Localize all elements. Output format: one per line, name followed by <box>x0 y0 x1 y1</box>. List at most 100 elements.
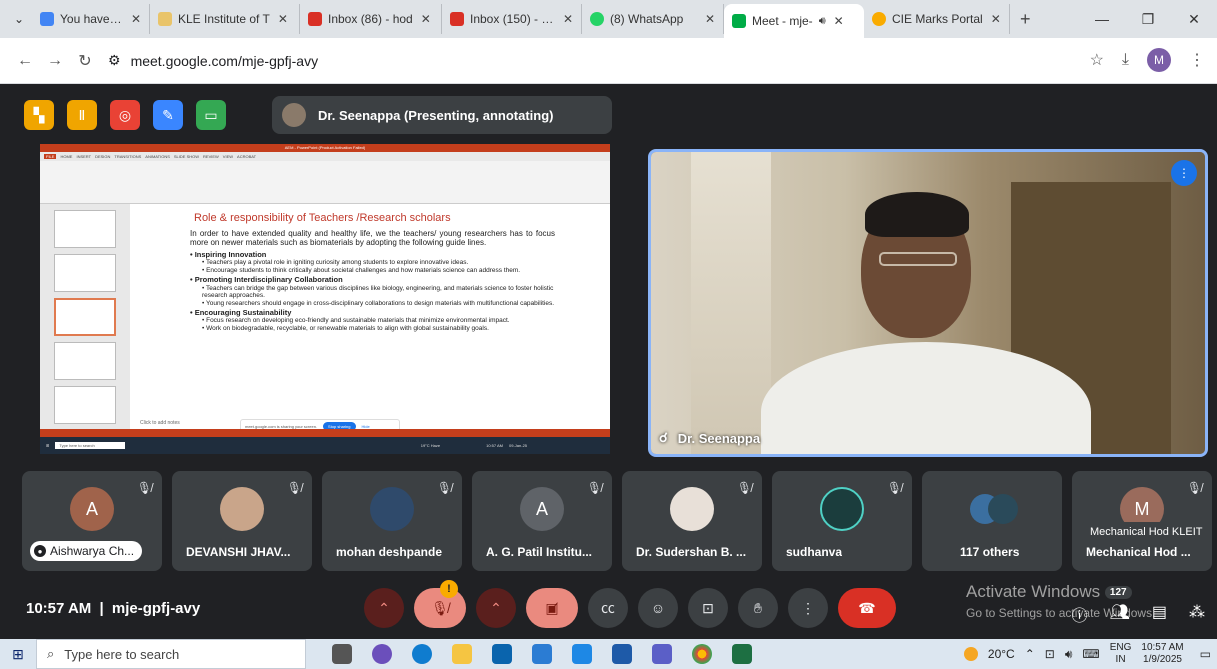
raise-hand-button[interactable]: ✋︎ <box>738 588 778 628</box>
task-view-icon[interactable] <box>332 644 352 664</box>
kebab-menu-icon[interactable]: ⋮ <box>1189 50 1205 70</box>
keyboard-icon[interactable]: ⌨ <box>1082 647 1099 661</box>
participant-tile[interactable]: 🎙︎̸ M Mechanical Hod ... <box>1072 471 1212 571</box>
teams-icon[interactable] <box>652 644 672 664</box>
participant-tile[interactable]: 🎙︎̸ sudhanva <box>772 471 912 571</box>
taskbar-search[interactable]: ⌕ Type here to search <box>36 639 306 669</box>
browser-tab[interactable]: CIE Marks Portal ✕ <box>864 4 1010 34</box>
reload-icon[interactable]: ↻ <box>70 51 100 71</box>
windows-start-icon[interactable]: ⊞ <box>0 646 36 663</box>
activities-icon[interactable]: ⁂ <box>1189 602 1205 626</box>
bookmark-star-icon[interactable]: ☆ <box>1090 50 1104 70</box>
volume-icon[interactable]: 🔊︎ <box>1065 647 1073 662</box>
participant-name: ● Aishwarya Ch... <box>30 541 143 561</box>
outlook-icon[interactable] <box>492 644 512 664</box>
participant-tile[interactable]: 🎙︎̸ mohan deshpande <box>322 471 462 571</box>
close-icon[interactable]: ✕ <box>705 12 715 26</box>
chrome-icon[interactable] <box>692 644 712 664</box>
others-tile[interactable]: 117 others <box>922 471 1062 571</box>
store-icon[interactable] <box>572 644 592 664</box>
browser-tab[interactable]: (8) WhatsApp ✕ <box>582 4 724 34</box>
weather-temp[interactable]: 20°C <box>988 647 1015 661</box>
tab-title: (8) WhatsApp <box>610 12 684 26</box>
mic-off-icon: 🎙︎̸ <box>431 599 449 616</box>
avatar: A <box>70 487 114 531</box>
browser-tab-active[interactable]: Meet - mje- 🔊︎ ✕ <box>724 4 864 38</box>
speaker-glasses <box>879 252 957 266</box>
speaker-video-tile[interactable]: ⋮ ☌ Dr. Seenappa <box>648 149 1208 457</box>
video-options-button[interactable]: ⌃ <box>476 588 516 628</box>
edge-icon[interactable] <box>412 644 432 664</box>
close-icon[interactable]: ✕ <box>834 14 844 28</box>
camera-toggle-button[interactable]: ▣̸ <box>526 588 578 628</box>
avatar <box>220 487 264 531</box>
file-explorer-icon[interactable] <box>452 644 472 664</box>
captions-button[interactable]: ㏄ <box>588 588 628 628</box>
whatsapp-icon <box>590 12 604 26</box>
slide-heading: • Promoting Interdisciplinary Collaborat… <box>190 275 343 285</box>
close-icon[interactable]: ✕ <box>421 12 431 26</box>
audio-options-button[interactable]: ⌃ <box>364 588 404 628</box>
browser-tab[interactable]: Inbox (86) - hod ✕ <box>300 4 442 34</box>
browser-tab-bar: ⌄ You have succes ✕ KLE Institute of T ✕… <box>0 0 1217 38</box>
minimize-icon[interactable]: — <box>1079 0 1125 38</box>
participant-tile[interactable]: 🎙︎̸ A ● Aishwarya Ch... <box>22 471 162 571</box>
slide-heading: • Inspiring Innovation <box>190 249 267 259</box>
warning-badge: ! <box>440 580 458 598</box>
close-icon[interactable]: ✕ <box>563 12 573 26</box>
record-icon[interactable]: ◎ <box>110 100 140 130</box>
ppt-ribbon: AEM - PowerPoint (Product Activation Fai… <box>40 144 610 204</box>
slide-bullet: • Teachers play a pivotal role in igniti… <box>202 259 469 267</box>
slide-intro: In order to have extended quality and he… <box>190 228 555 248</box>
emoji-icon: ☺ <box>650 600 666 616</box>
reactions-button[interactable]: ☺ <box>638 588 678 628</box>
chat-icon[interactable]: ▤ <box>1152 602 1167 626</box>
screen-icon[interactable]: ▭ <box>196 100 226 130</box>
tab-title: You have succes <box>60 12 123 26</box>
app-icon[interactable] <box>372 644 392 664</box>
meet-icon <box>732 14 746 28</box>
leave-call-button[interactable]: ☎︎ <box>838 588 896 628</box>
more-options-button[interactable]: ⋮ <box>788 588 828 628</box>
close-icon[interactable]: ✕ <box>991 12 1001 26</box>
new-tab-button[interactable]: + <box>1010 9 1041 30</box>
participant-tile[interactable]: 🎙︎̸ Dr. Sudershan B. ... <box>622 471 762 571</box>
app-icon[interactable] <box>532 644 552 664</box>
tab-search-icon[interactable]: ⌄ <box>6 6 32 32</box>
app-icon[interactable] <box>612 644 632 664</box>
audio-icon[interactable]: 🔊︎ <box>819 15 826 28</box>
browser-tab[interactable]: Inbox (150) - saj ✕ <box>442 4 582 34</box>
mic-off-icon: 🎙︎̸ <box>286 481 302 495</box>
notifications-icon[interactable]: ▭ <box>1200 647 1211 661</box>
edit-icon[interactable]: ✎ <box>153 100 183 130</box>
participant-tile[interactable]: 🎙︎̸ DEVANSHI JHAV... <box>172 471 312 571</box>
pen-icon[interactable]: Ⅱ <box>67 100 97 130</box>
info-icon[interactable]: ⓘ <box>1072 602 1088 626</box>
present-button[interactable]: ⊡ <box>688 588 728 628</box>
participant-tile[interactable]: 🎙︎̸ A A. G. Patil Institu... <box>472 471 612 571</box>
slide-bullet: • Work on biodegradable, recyclable, or … <box>202 324 489 332</box>
cursor-icon[interactable]: ▚ <box>24 100 54 130</box>
browser-tab[interactable]: KLE Institute of T ✕ <box>150 4 300 34</box>
browser-tab[interactable]: You have succes ✕ <box>32 4 150 34</box>
tray-chevron-icon[interactable]: ⌃ <box>1025 647 1035 661</box>
mic-toggle-button[interactable]: 🎙︎̸ ! <box>414 580 466 628</box>
avatar <box>988 494 1019 524</box>
site-info-icon[interactable]: ⚙ <box>108 52 121 69</box>
language-indicator[interactable]: ENG IN <box>1110 642 1132 666</box>
clock[interactable]: 10:57 AM 1/9/2025 <box>1141 642 1183 666</box>
download-icon[interactable]: ⤓ <box>1122 51 1129 69</box>
forward-icon[interactable]: → <box>40 52 70 70</box>
back-icon[interactable]: ← <box>10 52 40 70</box>
url-field[interactable]: ⚙ meet.google.com/mje-gpfj-avy <box>108 52 318 69</box>
restore-icon[interactable]: ❐ <box>1125 0 1171 38</box>
close-icon[interactable]: ✕ <box>278 12 288 26</box>
network-icon[interactable]: ⊡ <box>1045 647 1055 661</box>
hand-icon: ✋︎ <box>754 599 762 616</box>
profile-avatar[interactable]: M <box>1147 48 1171 72</box>
people-icon[interactable]: 👥︎ <box>1110 602 1130 626</box>
close-window-icon[interactable]: ✕ <box>1171 0 1217 38</box>
excel-icon[interactable] <box>732 644 752 664</box>
hide-link[interactable]: Hide <box>362 424 370 429</box>
close-icon[interactable]: ✕ <box>131 12 141 26</box>
